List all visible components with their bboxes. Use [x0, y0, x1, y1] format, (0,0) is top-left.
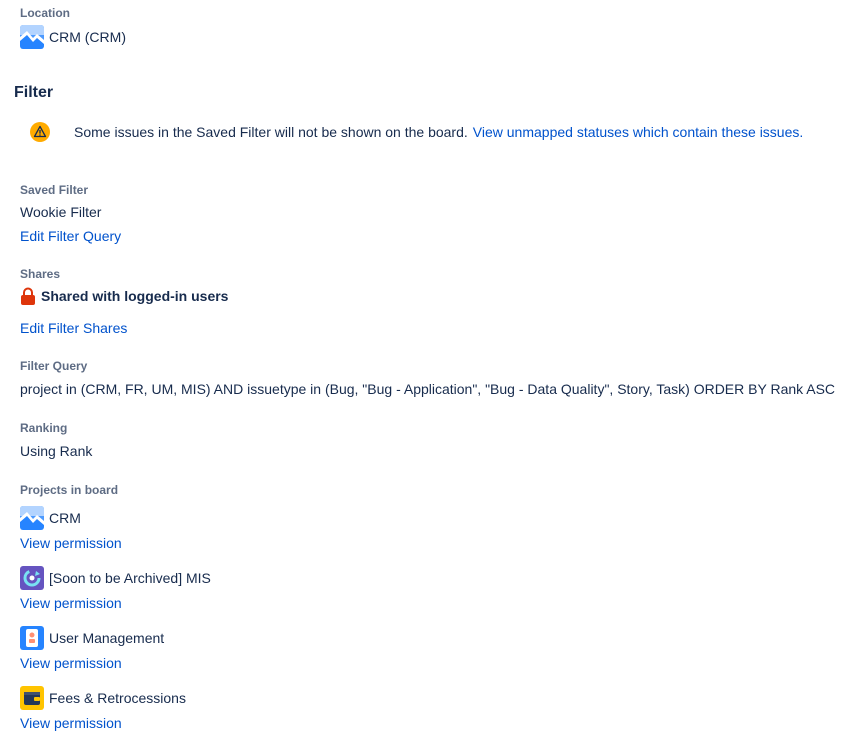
warning-icon — [30, 122, 50, 142]
view-permission-link-fees[interactable]: View permission — [20, 714, 122, 732]
lock-icon — [20, 287, 36, 305]
edit-filter-shares-link[interactable]: Edit Filter Shares — [20, 319, 127, 337]
project-row-user-management: User Management — [20, 626, 164, 650]
location-value: CRM (CRM) — [49, 29, 126, 45]
crm-project-avatar-icon — [20, 25, 44, 49]
project-name: Fees & Retrocessions — [49, 690, 186, 706]
filter-query-value: project in (CRM, FR, UM, MIS) AND issuet… — [20, 381, 836, 397]
shares-label: Shares — [20, 267, 61, 281]
filter-heading: Filter — [14, 84, 54, 101]
shares-value: Shared with logged-in users — [41, 288, 229, 304]
saved-filter-label: Saved Filter — [20, 183, 89, 197]
unmapped-warning: Some issues in the Saved Filter will not… — [30, 122, 803, 142]
project-row-fees: Fees & Retrocessions — [20, 686, 186, 710]
project-name: CRM — [49, 510, 81, 526]
projects-in-board-label: Projects in board — [20, 483, 119, 497]
project-name: [Soon to be Archived] MIS — [49, 570, 211, 586]
view-permission-link-user-management[interactable]: View permission — [20, 654, 122, 672]
project-row-mis: [Soon to be Archived] MIS — [20, 566, 211, 590]
project-row-crm: CRM — [20, 506, 81, 530]
crm-project-avatar-icon — [20, 506, 44, 530]
mis-project-avatar-icon — [20, 566, 44, 590]
view-permission-link-crm[interactable]: View permission — [20, 534, 122, 552]
location-value-row: CRM (CRM) — [20, 25, 126, 49]
shares-value-row: Shared with logged-in users — [20, 287, 228, 305]
user-management-project-avatar-icon — [20, 626, 44, 650]
project-name: User Management — [49, 630, 165, 646]
saved-filter-value: Wookie Filter — [20, 204, 102, 220]
view-permission-link-mis[interactable]: View permission — [20, 594, 122, 612]
warning-text: Some issues in the Saved Filter will not… — [74, 124, 468, 140]
filter-query-label: Filter Query — [20, 359, 88, 373]
ranking-label: Ranking — [20, 421, 68, 435]
view-unmapped-statuses-link[interactable]: View unmapped statuses which contain the… — [473, 123, 804, 141]
fees-project-avatar-icon — [20, 686, 44, 710]
edit-filter-query-link[interactable]: Edit Filter Query — [20, 227, 121, 245]
location-label: Location — [20, 6, 70, 20]
ranking-value: Using Rank — [20, 443, 93, 459]
